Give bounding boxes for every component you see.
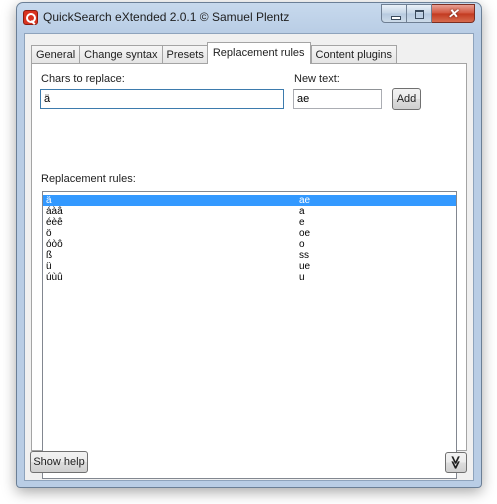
- rule-chars: ü: [46, 261, 52, 272]
- rule-chars: éèê: [46, 217, 63, 228]
- list-item[interactable]: áàâ a: [43, 206, 456, 217]
- rule-chars: áàâ: [46, 206, 63, 217]
- dialog-client-area: General Change syntax Presets Replacemen…: [24, 33, 474, 481]
- replacement-rules-list[interactable]: ä ae áàâ a éèê e ö oe óòô o ß ss ü ue úù…: [42, 191, 457, 479]
- rule-chars: óòô: [46, 239, 63, 250]
- rule-replacement: ss: [299, 250, 309, 261]
- tab-change-syntax[interactable]: Change syntax: [79, 45, 163, 64]
- tab-content-plugins[interactable]: Content plugins: [310, 45, 397, 64]
- tab-general[interactable]: General: [31, 45, 81, 64]
- new-text-label: New text:: [294, 73, 340, 85]
- rule-chars: ö: [46, 228, 52, 239]
- list-item[interactable]: úùû u: [43, 272, 456, 283]
- tab-strip: General Change syntax Presets Replacemen…: [31, 42, 397, 64]
- rule-replacement: oe: [299, 228, 311, 239]
- main-window: QuickSearch eXtended 2.0.1 © Samuel Plen…: [16, 2, 482, 488]
- new-text-input[interactable]: [293, 89, 382, 109]
- list-item[interactable]: ß ss: [43, 250, 456, 261]
- add-button[interactable]: Add: [392, 88, 421, 110]
- rule-replacement: ae: [299, 195, 311, 206]
- rule-chars: ä: [46, 195, 52, 206]
- show-help-button[interactable]: Show help: [30, 451, 88, 473]
- rule-replacement: e: [299, 217, 305, 228]
- list-item[interactable]: éèê e: [43, 217, 456, 228]
- rule-replacement: o: [299, 239, 305, 250]
- list-item[interactable]: óòô o: [43, 239, 456, 250]
- rule-replacement: ue: [299, 261, 311, 272]
- rule-replacement: a: [299, 206, 305, 217]
- window-title: QuickSearch eXtended 2.0.1 © Samuel Plen…: [43, 10, 290, 24]
- close-button[interactable]: ✕: [432, 4, 475, 23]
- list-item[interactable]: ö oe: [43, 228, 456, 239]
- minimize-icon: [391, 16, 401, 20]
- chars-to-replace-label: Chars to replace:: [41, 73, 125, 85]
- minimize-button[interactable]: [381, 4, 407, 23]
- list-item[interactable]: ä ae: [43, 195, 456, 206]
- title-bar[interactable]: QuickSearch eXtended 2.0.1 © Samuel Plen…: [17, 3, 481, 33]
- tab-presets[interactable]: Presets: [161, 45, 209, 64]
- app-search-icon[interactable]: [23, 10, 38, 25]
- rule-replacement: u: [299, 272, 305, 283]
- expand-button[interactable]: ≫: [445, 452, 467, 473]
- list-item[interactable]: ü ue: [43, 261, 456, 272]
- chars-to-replace-input[interactable]: [40, 89, 284, 109]
- replacement-rules-label: Replacement rules:: [41, 173, 136, 185]
- maximize-button[interactable]: [407, 4, 432, 23]
- maximize-icon: [415, 10, 424, 19]
- double-chevron-down-icon: ≫: [448, 455, 464, 470]
- tab-replacement-rules[interactable]: Replacement rules: [206, 42, 311, 64]
- caption-buttons: ✕: [381, 4, 475, 23]
- close-icon: ✕: [447, 6, 459, 21]
- replacement-rules-panel: Chars to replace: New text: Add Replacem…: [31, 63, 467, 479]
- rule-chars: úùû: [46, 272, 63, 283]
- rule-chars: ß: [46, 250, 53, 261]
